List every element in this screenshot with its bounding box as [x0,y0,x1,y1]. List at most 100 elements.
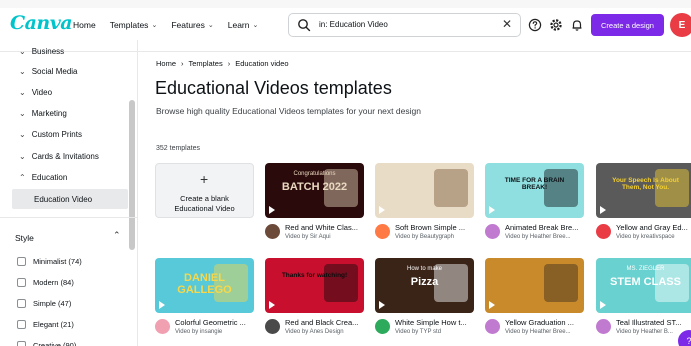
template-thumbnail[interactable]: Your Speech Is About Them, Not You. [596,163,691,218]
template-count: 352 templates [156,145,200,152]
play-icon [269,301,275,309]
sidebar-scrollbar[interactable] [129,100,135,250]
create-blank-card[interactable]: + Create a blank Educational Video [155,163,254,218]
style-filter[interactable]: Simple (47) [17,296,71,310]
sidebar-item-education[interactable]: ⌃ Education [0,168,67,186]
template-title[interactable]: Soft Brown Simple ... [395,223,465,232]
template-author[interactable]: Video by Beautygraph [395,234,454,240]
style-filter[interactable]: Elegant (21) [17,317,74,331]
thumbnail-text: Your Speech Is About Them, Not You. [612,177,679,191]
template-thumbnail[interactable] [375,163,474,218]
style-filter[interactable]: Modern (84) [17,275,74,289]
template-author[interactable]: Video by Heather B... [616,329,673,335]
filter-checkbox[interactable] [17,256,26,266]
filter-checkbox[interactable] [17,277,26,287]
help-icon[interactable] [528,18,542,32]
template-title[interactable]: Colorful Geometric ... [175,318,246,327]
nav-home[interactable]: Home [73,20,96,30]
chevron-down-icon: ⌄ [207,22,214,29]
plus-icon: + [200,171,209,187]
template-title[interactable]: Yellow and Gray Ed... [616,223,688,232]
filter-sidebar: Education Video Style ⌃ ⌄ Business ⌄ Social… [0,40,138,346]
template-author[interactable]: Video by Sir Aqui [285,234,331,240]
author-avatar [375,319,390,334]
template-title[interactable]: Yellow Graduation ... [505,318,574,327]
style-filter-heading[interactable]: Style [15,233,34,243]
search-box[interactable]: in: Education Video ✕ [288,13,521,37]
nav-features[interactable]: Features ⌄ [171,20,213,30]
sidebar-item-social-media[interactable]: ⌄ Social Media [0,62,78,80]
thumbnail-text: Pizza [410,276,439,288]
chevron-down-icon: ⌄ [151,22,158,29]
thumbnail-text: TIME FOR A BRAIN BREAK! [504,177,565,191]
thumbnail-subtext: How to make [406,266,442,272]
play-icon [600,206,606,214]
search-icon [298,19,311,32]
chevron-down-icon: ⌄ [19,66,26,76]
template-title[interactable]: Red and Black Crea... [285,318,358,327]
template-title[interactable]: Red and White Clas... [285,223,358,232]
template-thumbnail[interactable] [485,258,584,313]
style-filter[interactable]: Creative (90) [17,338,76,346]
template-author[interactable]: Video by Heather Bree... [505,234,571,240]
template-thumbnail[interactable]: DANIEL GALLEGO [155,258,254,313]
settings-icon[interactable] [549,18,563,32]
sidebar-item-custom-prints[interactable]: ⌄ Custom Prints [0,125,82,143]
page-title: Educational Videos templates [155,78,392,98]
main-nav: Home Templates ⌄ Features ⌄ Learn ⌄ [73,20,258,30]
author-avatar [596,319,611,334]
sidebar-item-video[interactable]: ⌄ Video [0,83,52,101]
play-icon [379,206,385,214]
template-author[interactable]: Video by TYP std [395,329,441,335]
create-design-button[interactable]: Create a design [591,14,664,36]
template-author[interactable]: Video by Anes Design [285,329,344,335]
search-input[interactable]: in: Education Video [319,20,388,29]
filter-label: Creative (90) [33,340,77,346]
template-meta: Yellow Graduation ... Video by Heather Br… [485,318,600,342]
filter-checkbox[interactable] [17,319,26,329]
template-title[interactable]: White Simple How t... [395,318,467,327]
template-title[interactable]: Animated Break Bre... [505,223,578,232]
user-avatar[interactable]: E [670,13,691,37]
create-blank-line1: Create a blank [180,194,229,203]
chevron-down-icon: ⌄ [252,22,259,29]
template-meta: White Simple How t... Video by TYP std [375,318,490,342]
template-thumbnail[interactable]: TIME FOR A BRAIN BREAK! [485,163,584,218]
template-meta: Soft Brown Simple ... Video by Beautygrap… [375,223,490,247]
chevron-down-icon: ⌄ [19,46,26,56]
template-thumbnail[interactable]: How to make Pizza [375,258,474,313]
breadcrumb-link[interactable]: Home [156,59,176,68]
author-avatar [265,224,280,239]
sidebar-item-label: Cards & Invitations [31,151,99,161]
thumbnail-text: Thanks for watching! [281,272,348,279]
author-avatar [375,224,390,239]
thumbnail-text: STEM CLASS [610,276,681,288]
chevron-up-icon[interactable]: ⌃ [113,230,121,241]
sidebar-item-business[interactable]: ⌄ Business [0,42,64,60]
create-blank-label: Create a blank Educational Video [156,194,253,214]
author-avatar [155,319,170,334]
template-author[interactable]: Video by insangie [175,329,222,335]
nav-learn[interactable]: Learn ⌄ [228,20,259,30]
template-author[interactable]: Video by Heather Bree... [505,329,571,335]
style-filter[interactable]: Minimalist (74) [17,254,82,268]
sidebar-item-education-video[interactable]: Education Video [12,189,128,209]
author-avatar [265,319,280,334]
clear-icon[interactable]: ✕ [502,17,512,31]
bell-icon[interactable] [570,18,584,32]
template-thumbnail[interactable]: Thanks for watching! [265,258,364,313]
sidebar-item-cards-invitations[interactable]: ⌄ Cards & Invitations [0,147,99,165]
sidebar-item-marketing[interactable]: ⌄ Marketing [0,104,67,122]
template-thumbnail[interactable]: MS. ZIEGLER STEM CLASS [596,258,691,313]
nav-templates[interactable]: Templates ⌄ [110,20,158,30]
breadcrumb-link[interactable]: Templates [189,59,223,68]
template-thumbnail[interactable]: Congratulations BATCH 2022 [265,163,364,218]
filter-checkbox[interactable] [17,298,26,308]
chevron-down-icon: ⌄ [19,151,26,161]
template-title[interactable]: Teal Illustrated ST... [616,318,681,327]
play-icon [489,206,495,214]
filter-checkbox[interactable] [17,340,26,346]
sidebar-item-label: Business [31,46,65,56]
template-author[interactable]: Video by kreativspace [616,234,675,240]
canva-logo[interactable]: Canva [10,12,73,34]
